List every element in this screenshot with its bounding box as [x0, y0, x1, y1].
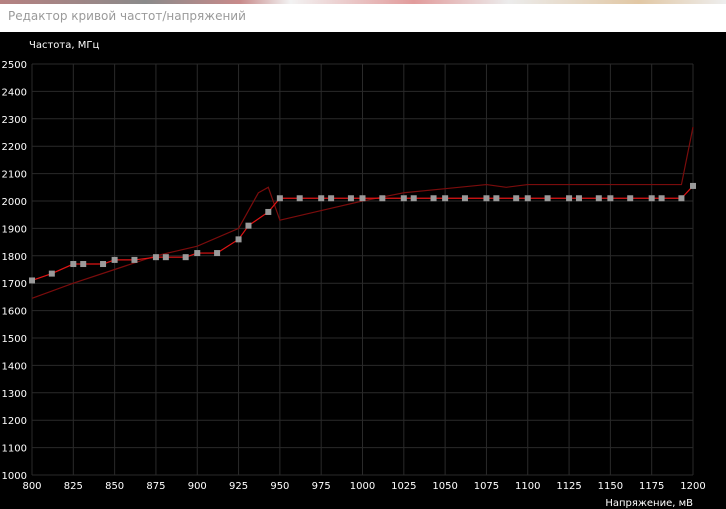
curve-point-handle[interactable] — [648, 195, 655, 202]
curve-point-handle[interactable] — [48, 270, 55, 277]
curve-point-handle[interactable] — [513, 195, 520, 202]
x-tick-label: 1125 — [556, 481, 581, 492]
y-tick-label: 2200 — [2, 142, 27, 153]
x-tick-label: 1200 — [680, 481, 705, 492]
curve-point-handle[interactable] — [318, 195, 325, 202]
curve-point-handle[interactable] — [347, 195, 354, 202]
curve-point-handle[interactable] — [194, 250, 201, 257]
y-tick-label: 1100 — [2, 444, 27, 455]
x-tick-label: 1150 — [598, 481, 623, 492]
curve-point-handle[interactable] — [80, 261, 87, 268]
y-tick-label: 2400 — [2, 87, 27, 98]
curve-point-handle[interactable] — [182, 254, 189, 261]
y-tick-label: 2100 — [2, 170, 27, 181]
x-tick-label: 950 — [270, 481, 289, 492]
curve-point-handle[interactable] — [235, 236, 242, 243]
x-tick-label: 825 — [64, 481, 83, 492]
curve-point-handle[interactable] — [379, 195, 386, 202]
curve-point-handle[interactable] — [29, 277, 35, 284]
curve-point-handle[interactable] — [483, 195, 490, 202]
x-tick-label: 900 — [188, 481, 207, 492]
x-tick-label: 1025 — [391, 481, 416, 492]
x-axis-label: Напряжение, мВ — [605, 498, 693, 509]
curve-point-handle[interactable] — [70, 261, 77, 268]
curve-point-handle[interactable] — [131, 256, 138, 263]
x-tick-label: 850 — [105, 481, 124, 492]
curve-point-handle[interactable] — [400, 195, 407, 202]
curve-point-handle[interactable] — [627, 195, 634, 202]
curve-point-handle[interactable] — [493, 195, 500, 202]
curve-point-handle[interactable] — [265, 208, 272, 215]
curve-point-handle[interactable] — [544, 195, 551, 202]
vf-curve-chart[interactable]: Частота, МГц 1000 1100 1200 1300 1400 1500 160… — [0, 32, 726, 509]
y-tick-label: 1800 — [2, 252, 27, 263]
x-tick-label: 975 — [312, 481, 331, 492]
curve-point-handle[interactable] — [162, 254, 169, 261]
curve-point-handle[interactable] — [245, 222, 252, 229]
y-tick-label: 1700 — [2, 279, 27, 290]
x-tick-label: 1075 — [474, 481, 499, 492]
x-tick-label: 875 — [146, 481, 165, 492]
curve-point-handle[interactable] — [690, 182, 696, 189]
curve-point-handle[interactable] — [607, 195, 614, 202]
curve-point-handle[interactable] — [152, 254, 159, 261]
curve-point-handle[interactable] — [430, 195, 437, 202]
x-tick-label: 1000 — [350, 481, 375, 492]
x-tick-label: 800 — [22, 481, 41, 492]
y-tick-label: 1500 — [2, 334, 27, 345]
y-tick-label: 2000 — [2, 197, 27, 208]
curve-point-handle[interactable] — [678, 195, 685, 202]
y-tick-label: 1900 — [2, 224, 27, 235]
x-tick-label: 925 — [229, 481, 248, 492]
curve-point-handle[interactable] — [595, 195, 602, 202]
window-titlebar[interactable]: Редактор кривой частот/напряжений — [0, 0, 726, 32]
window-title: Редактор кривой частот/напряжений — [8, 9, 246, 23]
y-tick-label: 2500 — [2, 60, 27, 71]
x-tick-label: 1175 — [639, 481, 664, 492]
curve-point-handle[interactable] — [359, 195, 366, 202]
curve-point-handle[interactable] — [214, 250, 221, 257]
curve-point-handle[interactable] — [276, 195, 283, 202]
curve-point-handle[interactable] — [566, 195, 573, 202]
y-tick-label: 2300 — [2, 115, 27, 126]
curve-point-handle[interactable] — [442, 195, 449, 202]
curve-point-handle[interactable] — [410, 195, 417, 202]
curve-point-handle[interactable] — [658, 195, 665, 202]
curve-point-handle[interactable] — [100, 261, 107, 268]
curve-point-handle[interactable] — [296, 195, 303, 202]
curve-point-handle[interactable] — [461, 195, 468, 202]
curve-point-handle[interactable] — [524, 195, 531, 202]
y-tick-label: 1300 — [2, 389, 27, 400]
x-tick-label: 1050 — [432, 481, 457, 492]
title-strip-decoration — [0, 0, 726, 4]
curve-point-handle[interactable] — [328, 195, 335, 202]
x-tick-label: 1100 — [515, 481, 540, 492]
y-tick-label: 1400 — [2, 361, 27, 372]
curve-point-handle[interactable] — [575, 195, 582, 202]
y-tick-label: 1600 — [2, 307, 27, 318]
curve-point-handle[interactable] — [111, 256, 118, 263]
y-tick-label: 1200 — [2, 416, 27, 427]
curve-plot[interactable]: 1000 1100 1200 1300 1400 1500 1600 1700 1800 1900… — [0, 32, 726, 507]
